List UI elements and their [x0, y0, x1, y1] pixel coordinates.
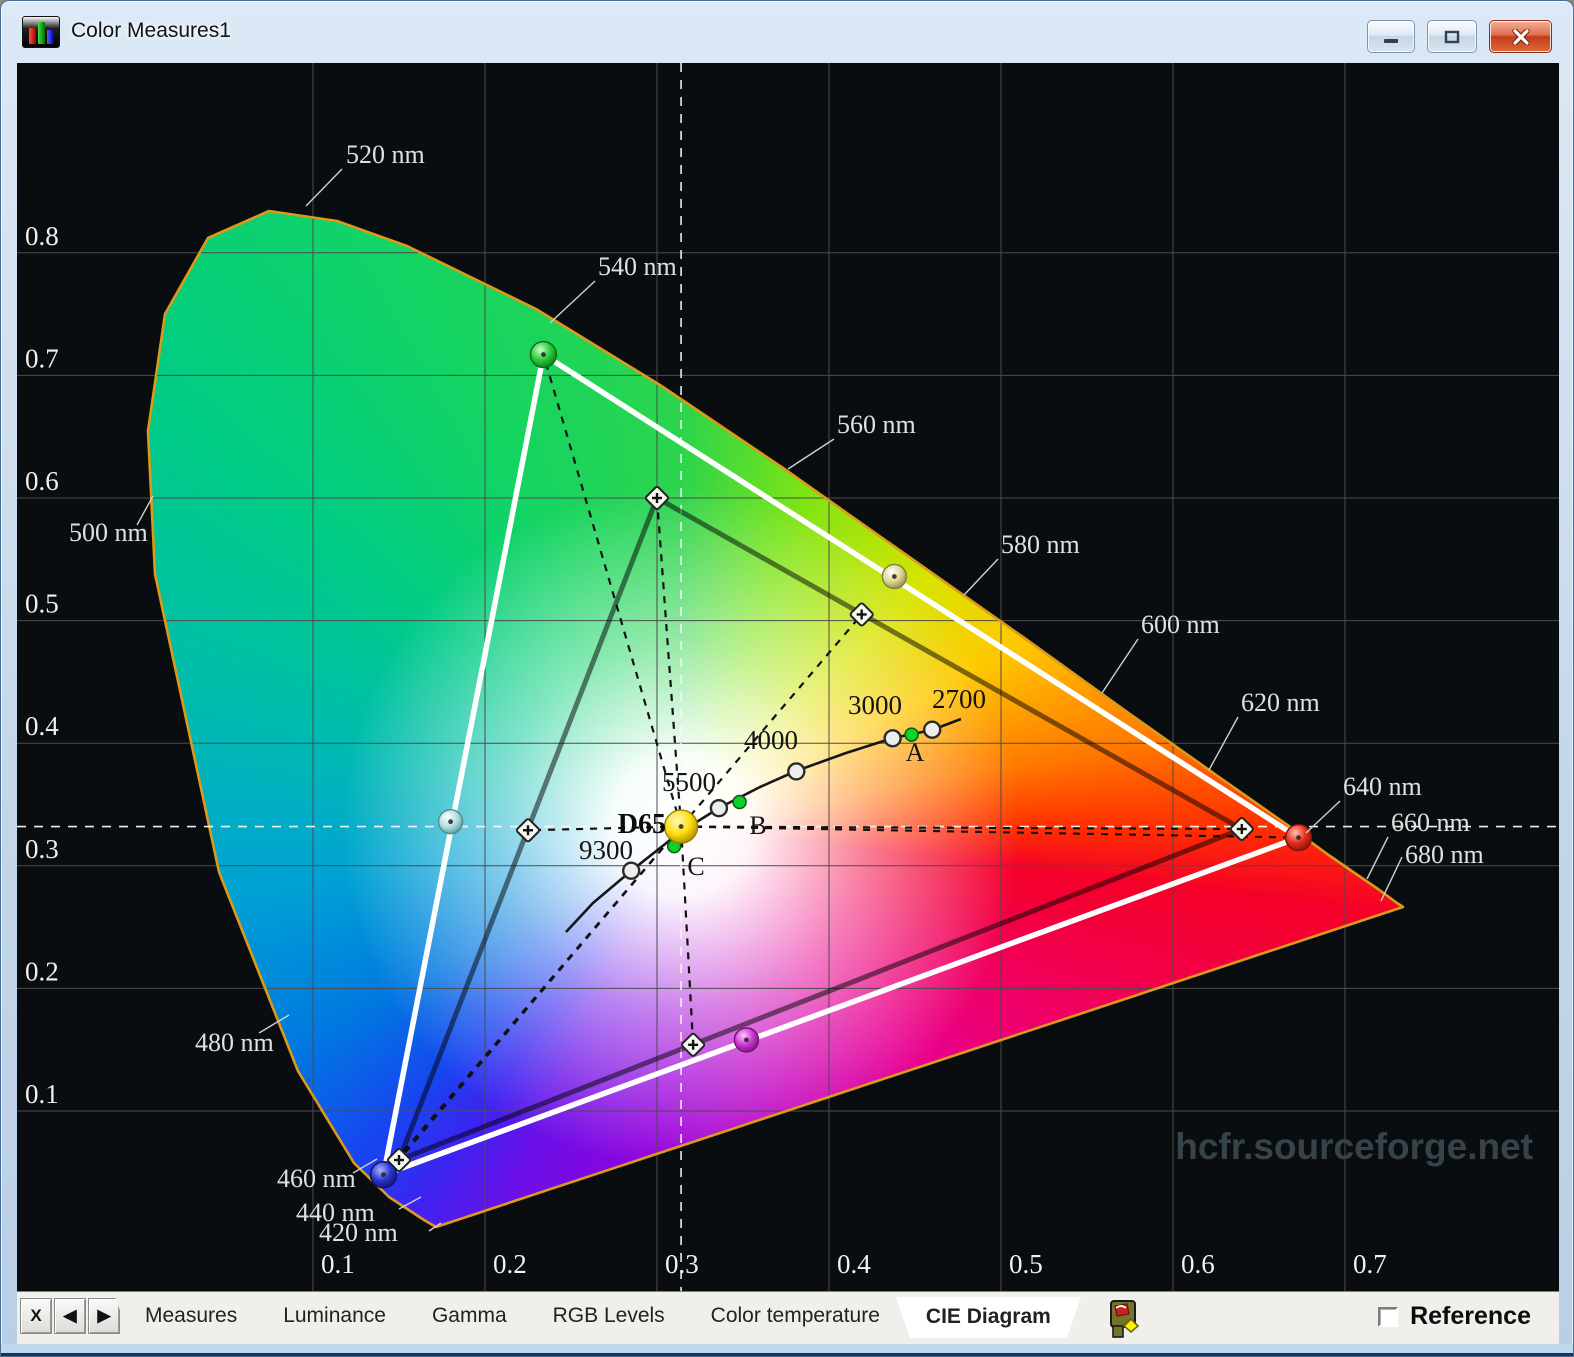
svg-text:680 nm: 680 nm	[1405, 840, 1484, 869]
illuminant-B-dot	[732, 794, 747, 810]
svg-text:0.4: 0.4	[837, 1249, 871, 1279]
app-window: Color Measures1 2700 3000 4000 5500 9300 A B C D…	[0, 0, 1574, 1357]
svg-text:B: B	[749, 811, 766, 840]
tabs: Measures Luminance Gamma RGB Levels Color te…	[129, 1297, 1081, 1338]
svg-text:620 nm: 620 nm	[1241, 688, 1320, 717]
window-controls	[1367, 20, 1552, 53]
restore-icon	[1444, 30, 1460, 43]
wavelength-leader-lines	[136, 168, 1403, 1232]
measure-tool-icon[interactable]	[1106, 1298, 1142, 1340]
reference-point-diamond	[516, 818, 540, 843]
svg-text:0.6: 0.6	[1181, 1249, 1215, 1279]
icon-blue-bar	[46, 30, 54, 44]
tab-luminance[interactable]: Luminance	[253, 1297, 416, 1335]
svg-text:640 nm: 640 nm	[1343, 772, 1422, 801]
svg-text:0.7: 0.7	[1353, 1249, 1387, 1279]
svg-text:0.7: 0.7	[25, 343, 59, 373]
tab-bar: X ◀ ▶ Measures Luminance Gamma RGB Levels Colo…	[17, 1291, 1559, 1344]
tab-measures[interactable]: Measures	[115, 1297, 267, 1335]
gridlines	[17, 63, 1559, 1291]
cie-diagram-plot[interactable]: 2700 3000 4000 5500 9300 A B C D65 420 nm 440 nm 46…	[17, 63, 1559, 1291]
svg-text:0.2: 0.2	[493, 1249, 527, 1279]
prev-tab-button[interactable]: ◀	[54, 1298, 86, 1334]
svg-text:0.3: 0.3	[665, 1249, 699, 1279]
svg-text:0.4: 0.4	[25, 711, 59, 741]
maximize-button[interactable]	[1427, 20, 1477, 53]
cie-chart-canvas: 27003000400055009300ABCD65420 nm440 nm46…	[17, 63, 1559, 1291]
svg-text:580 nm: 580 nm	[1001, 530, 1080, 559]
window-bottom-border	[1, 1344, 1573, 1356]
svg-text:520 nm: 520 nm	[346, 140, 425, 169]
reference-label: Reference	[1410, 1302, 1531, 1330]
svg-text:560 nm: 560 nm	[837, 410, 916, 439]
minimize-button[interactable]	[1367, 20, 1415, 53]
watermark: hcfr.sourceforge.net	[1175, 1126, 1533, 1167]
svg-text:440 nm: 440 nm	[296, 1198, 375, 1227]
tab-rgb-levels[interactable]: RGB Levels	[523, 1297, 695, 1335]
tab-cie-diagram[interactable]: CIE Diagram	[896, 1297, 1081, 1338]
markers	[369, 340, 1313, 1189]
svg-text:0.1: 0.1	[25, 1079, 59, 1109]
svg-text:4000: 4000	[744, 725, 798, 755]
svg-text:540 nm: 540 nm	[598, 252, 677, 281]
window-title: Color Measures1	[71, 19, 231, 42]
blackbody-tick-9300	[622, 861, 641, 880]
svg-text:0.1: 0.1	[321, 1249, 355, 1279]
svg-text:480 nm: 480 nm	[195, 1028, 274, 1057]
reference-toggle[interactable]: Reference	[1378, 1302, 1531, 1331]
close-icon	[1511, 28, 1530, 45]
svg-text:0.5: 0.5	[1009, 1249, 1043, 1279]
svg-text:D65: D65	[618, 809, 666, 840]
svg-text:A: A	[906, 738, 925, 767]
svg-text:660 nm: 660 nm	[1391, 808, 1470, 837]
svg-text:460 nm: 460 nm	[277, 1164, 356, 1193]
reference-point-diamond	[645, 486, 669, 510]
tab-color-temperature[interactable]: Color temperature	[681, 1297, 910, 1335]
icon-green-bar	[37, 22, 45, 44]
svg-text:0.2: 0.2	[25, 956, 59, 986]
titlebar[interactable]: Color Measures1	[1, 1, 1573, 63]
svg-text:0.5: 0.5	[25, 589, 59, 619]
reference-point-diamond	[681, 1032, 706, 1057]
measured-gamut-triangle	[380, 351, 1302, 1178]
svg-text:0.8: 0.8	[25, 221, 59, 251]
svg-text:0.6: 0.6	[25, 466, 59, 496]
icon-red-bar	[28, 28, 36, 44]
tab-nav-buttons: X ◀ ▶	[20, 1298, 120, 1334]
svg-text:5500: 5500	[662, 767, 716, 797]
reference-checkbox[interactable]	[1378, 1306, 1399, 1327]
minimize-icon	[1384, 38, 1398, 43]
blackbody-tick-3000	[883, 729, 902, 748]
close-button[interactable]	[1489, 20, 1552, 53]
svg-text:C: C	[687, 852, 704, 881]
svg-text:2700: 2700	[932, 684, 986, 714]
chart-labels: 27003000400055009300ABCD65420 nm440 nm46…	[25, 140, 1484, 1279]
spectral-locus-outline	[146, 209, 1405, 1229]
next-tab-button[interactable]: ▶	[88, 1298, 120, 1334]
white-point-crosshair	[17, 63, 1559, 1291]
svg-text:3000: 3000	[848, 690, 902, 720]
blackbody-tick-4000	[787, 762, 806, 781]
svg-text:0.3: 0.3	[25, 834, 59, 864]
blackbody-tick-2700	[923, 720, 942, 739]
app-icon	[22, 16, 60, 48]
svg-text:500 nm: 500 nm	[69, 518, 148, 547]
close-view-button[interactable]: X	[20, 1298, 52, 1334]
blackbody-tick-5500	[709, 798, 729, 818]
tab-gamma[interactable]: Gamma	[402, 1297, 537, 1335]
svg-text:600 nm: 600 nm	[1141, 610, 1220, 639]
